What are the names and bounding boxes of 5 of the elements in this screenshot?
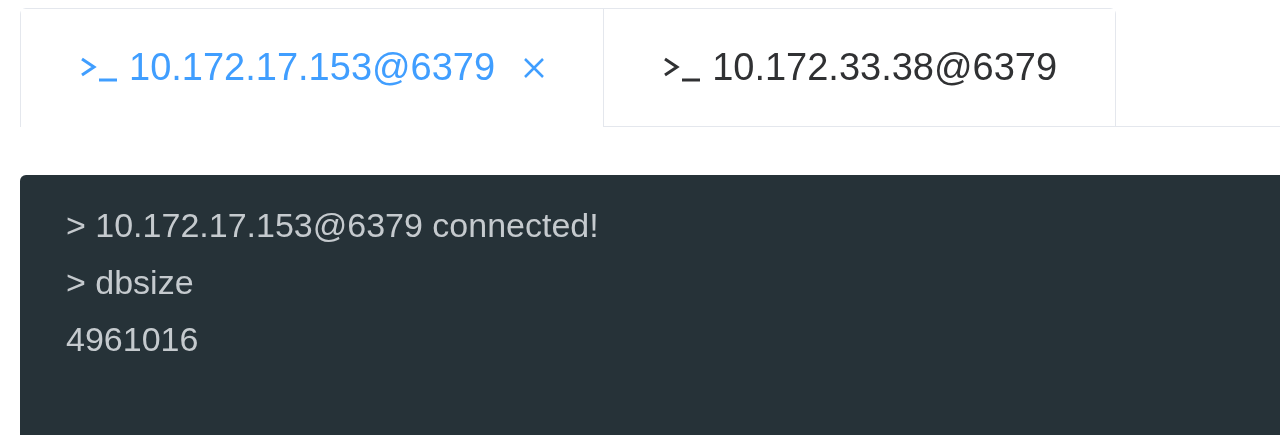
close-icon[interactable] (523, 56, 546, 79)
console-line: > 10.172.17.153@6379 connected! (66, 205, 600, 246)
console-line: > dbsize (66, 262, 195, 303)
connection-tab[interactable]: 10.172.33.38@6379 (603, 9, 1116, 127)
console-line: 4961016 (66, 319, 200, 360)
